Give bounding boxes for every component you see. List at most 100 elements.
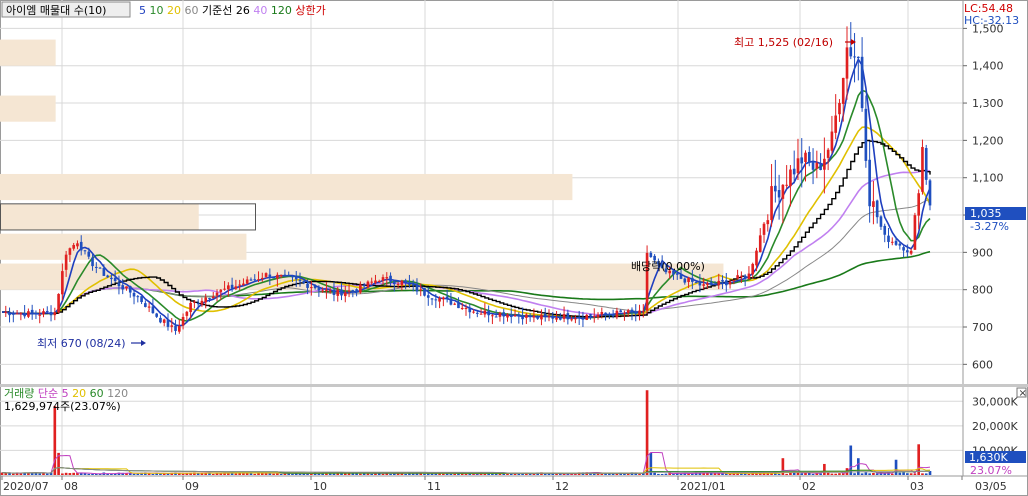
candle-body	[898, 243, 902, 246]
candle-body	[177, 325, 181, 332]
volume-legend: 거래량 단순 5 20 60 120	[4, 387, 128, 400]
volume-bar	[181, 473, 185, 475]
candle-body	[713, 283, 717, 285]
volume-bar	[151, 474, 155, 475]
volume-bar	[366, 473, 370, 475]
candle-body	[562, 314, 566, 319]
candle-body	[702, 284, 705, 286]
volume-bar	[253, 473, 257, 475]
volume-profile-bar	[0, 95, 56, 122]
candle-body	[615, 310, 619, 318]
candle-body	[608, 314, 611, 316]
volume-bar	[87, 473, 91, 475]
candle-body	[894, 240, 898, 245]
candle-body	[53, 312, 57, 316]
candle-body	[389, 275, 392, 282]
candle-body	[577, 316, 581, 318]
candle-body	[555, 317, 558, 320]
volume-ratio: 23.07%	[970, 464, 1012, 477]
candle-body	[890, 241, 894, 243]
candle-body	[736, 275, 739, 279]
candle-body	[42, 311, 45, 315]
date-label: 09	[185, 480, 199, 493]
candle-body	[4, 311, 8, 313]
volume-bar	[638, 474, 641, 475]
candle-body	[106, 275, 109, 278]
date-label: 03/05	[975, 480, 1007, 493]
candle-body	[502, 312, 506, 317]
candle-body	[400, 280, 404, 286]
candle-body	[483, 310, 487, 315]
ma-legend-item: 120	[271, 4, 296, 17]
candle-body	[377, 281, 381, 283]
volume-bar	[819, 473, 822, 475]
volume-bar	[853, 473, 856, 475]
volume-bar	[728, 473, 732, 475]
candle-body	[868, 159, 871, 207]
volume-bar	[823, 463, 826, 475]
volume-bar	[921, 473, 924, 475]
candle-body	[845, 47, 849, 79]
candle-body	[445, 296, 449, 299]
volume-bar	[38, 473, 42, 475]
candle-body	[381, 277, 385, 281]
volume-bar	[857, 458, 860, 475]
candle-body	[159, 317, 162, 323]
candle-body	[359, 284, 362, 293]
volume-bar	[894, 459, 898, 475]
candle-body	[558, 317, 562, 320]
volume-bar	[713, 473, 717, 475]
candle-body	[113, 277, 117, 282]
volume-ma-legend-item: 60	[90, 387, 108, 400]
candle-body	[155, 313, 158, 317]
candle-body	[132, 292, 136, 297]
date-label: 03	[910, 480, 924, 493]
candle-body	[755, 250, 758, 266]
candle-body	[423, 287, 426, 296]
candle-body	[641, 311, 645, 313]
close-icon[interactable]: ×	[1019, 388, 1027, 399]
dividend-annotation: 배당락(0.00%)	[631, 260, 705, 273]
candle-body	[393, 281, 396, 285]
current-price: 1,035	[970, 207, 1002, 220]
candle-body	[600, 312, 604, 315]
pane-divider[interactable]	[0, 384, 1028, 387]
candle-body	[706, 283, 709, 286]
candle-body	[691, 277, 694, 282]
volume-bar	[868, 473, 871, 475]
candle-body	[917, 193, 921, 216]
price-tick-label: 1,400	[972, 60, 1004, 73]
candle-body	[902, 247, 905, 251]
candle-body	[61, 271, 64, 295]
date-label: 12	[555, 480, 569, 493]
candle-body	[457, 302, 460, 309]
candle-body	[611, 314, 615, 317]
candle-body	[800, 157, 804, 164]
candle-body	[841, 77, 845, 104]
volume-bar	[72, 472, 75, 475]
candle-body	[215, 292, 219, 296]
stock-chart: 최고 1,525 (02/16) 최저 670 (08/24) 배당락(0.00…	[0, 0, 1028, 496]
candle-body	[849, 47, 853, 57]
candle-body	[781, 184, 785, 199]
ma-legend-item: 상한가	[295, 4, 325, 17]
candle-body	[34, 312, 38, 315]
volume-bar	[872, 472, 875, 475]
candle-body	[38, 314, 42, 316]
volume-bar	[68, 473, 72, 475]
candle-body	[310, 287, 313, 289]
candle-body	[804, 152, 807, 163]
volume-bar	[234, 473, 238, 475]
ma-legend-item: 5	[139, 4, 150, 17]
candle-body	[758, 235, 762, 253]
candle-body	[811, 162, 815, 170]
candle-body	[230, 284, 234, 289]
candle-body	[140, 296, 143, 303]
volume-value: 1,629,974주(23.07%)	[4, 400, 121, 413]
volume-bar	[298, 473, 302, 475]
price-tick-label: 700	[972, 321, 993, 334]
volume-bar	[875, 473, 879, 475]
candle-body	[125, 286, 128, 289]
candle-body	[683, 278, 687, 283]
candle-body	[181, 316, 185, 326]
